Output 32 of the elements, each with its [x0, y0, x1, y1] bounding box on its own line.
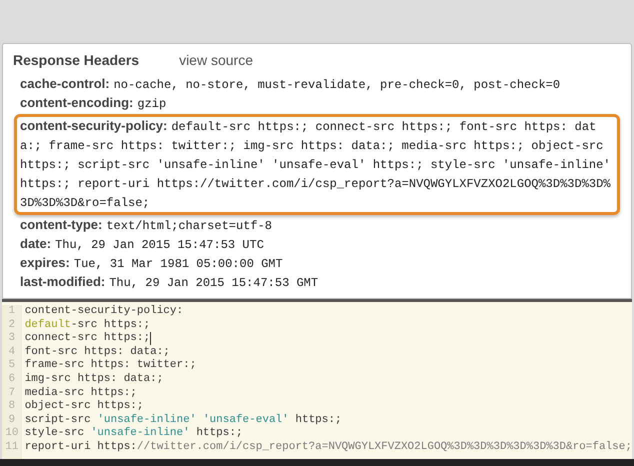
code-line: report-uri https://twitter.com/i/csp_report?a=NVQWGYLXFVZXO2LGOQ%3D%3D%3D%3D%3D%3D&ro=false;	[24, 440, 632, 455]
line-number: 8	[8, 400, 16, 414]
line-number: 11	[5, 440, 18, 455]
line-number: 2	[8, 318, 16, 332]
line-number: 4	[8, 346, 16, 360]
line-number: 10	[5, 427, 18, 441]
header-line: date: Thu, 29 Jan 2015 15:47:53 UTC	[20, 235, 265, 254]
header-line: content-security-policy: default-src https:; connect-src https:; font-src https: data:; frame-src https: twitter:; img-src https: data:; media-src https:; object-src https:; script-src 'unsafe-inline' 'unsafe-eval' https:; style-src 'unsafe-inline' https:; report-uri https://twitter.com/i/csp_report?a=NVQWGYLXFVZXO2LGOQ%3D%3D%3D%3D%3D%3D&ro=false;	[20, 117, 612, 212]
line-number: 6	[8, 372, 16, 387]
line-number: 7	[8, 386, 16, 400]
view-source-link[interactable]: view source	[179, 50, 253, 71]
line-number: 9	[8, 414, 16, 428]
code-line: style-src 'unsafe-inline' https:;	[24, 427, 243, 441]
code-line: media-src https:;	[24, 386, 137, 400]
code-line: script-src 'unsafe-inline' 'unsafe-eval' https:;	[24, 414, 342, 427]
line-number: 3	[8, 332, 16, 346]
section-title: Response Headers	[13, 51, 140, 70]
code-line: object-src https:;	[24, 400, 144, 414]
header-line: content-type: text/html;charset=utf-8	[20, 216, 273, 235]
code-line: connect-src https:;	[24, 332, 150, 346]
header-line: last-modified: Thu, 29 Jan 2015 15:47:53 GMT	[20, 273, 320, 292]
code-line: img-src https: data:;	[24, 372, 164, 387]
code-line: default-src https:;	[24, 318, 150, 332]
code-line: content-security-policy:	[24, 305, 184, 319]
code-line: frame-src https: twitter:;	[24, 359, 196, 373]
code-editor[interactable]	[2, 299, 632, 459]
header-line: cache-control: no-cache, no-store, must-revalidate, pre-check=0, post-check=0	[20, 75, 562, 94]
header-line: content-encoding: gzip	[20, 94, 168, 113]
header-line: expires: Tue, 31 Mar 1981 05:00:00 GMT	[20, 254, 284, 273]
line-number: 5	[8, 359, 16, 373]
line-number: 1	[8, 305, 16, 319]
code-line: font-src https: data:;	[24, 346, 170, 359]
